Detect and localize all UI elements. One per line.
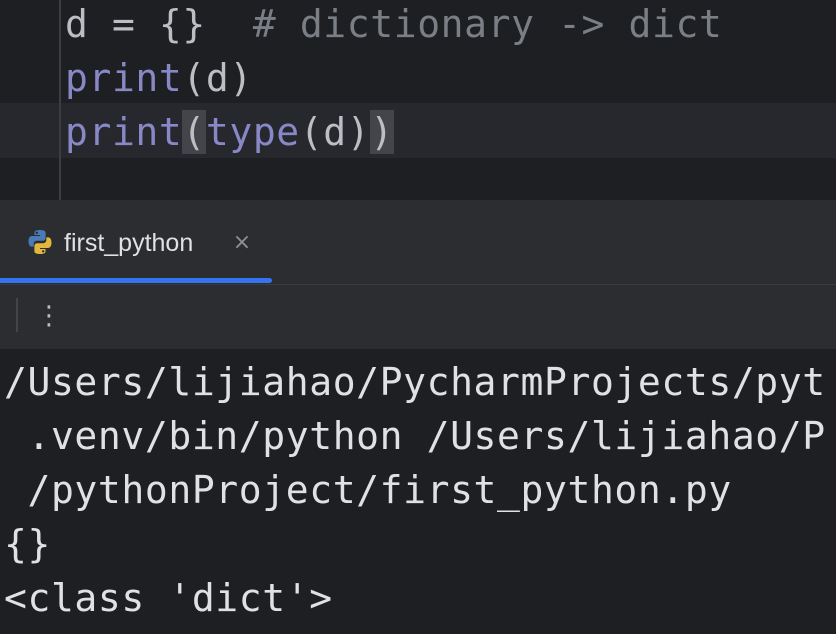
arg-token: d (205, 56, 230, 100)
paren-open-token: ( (182, 56, 206, 100)
paren-close-token: ) (229, 56, 253, 100)
variable-token: d (65, 2, 89, 46)
builtin-type-token: type (205, 110, 300, 154)
run-toolbar: ⋮ (0, 285, 836, 349)
builtin-print-token: print (65, 56, 183, 100)
python-icon (26, 228, 54, 256)
more-options-icon[interactable]: ⋮ (34, 299, 64, 333)
matched-paren-close: ) (370, 110, 394, 154)
indent-guide (59, 0, 61, 200)
tab-label: first_python (64, 229, 194, 257)
inner-paren-close-token: ) (346, 110, 371, 154)
arg-token: d (323, 110, 347, 154)
console-line: .venv/bin/python /Users/lijiahao/P (4, 414, 826, 458)
code-line-2[interactable]: print(d) (65, 51, 253, 105)
run-tool-window-header: first_python × (0, 200, 836, 285)
code-line-3[interactable]: print(type(d)) (65, 105, 394, 159)
code-line-1[interactable]: d = {} # dictionary -> dict (65, 0, 722, 51)
console-line: /Users/lijiahao/PycharmProjects/pyt (4, 360, 826, 404)
assign-token: = (88, 2, 159, 46)
dict-literal-token: {} (158, 2, 206, 46)
matched-paren-open: ( (182, 110, 206, 154)
inner-paren-open-token: ( (299, 110, 324, 154)
code-editor[interactable]: d = {} # dictionary -> dict print(d) pri… (0, 0, 836, 200)
comment-token: # dictionary -> dict (252, 2, 723, 46)
toolbar-divider (16, 298, 18, 332)
console-line: /pythonProject/first_python.py (4, 468, 732, 512)
console-line: {} (4, 522, 51, 566)
close-icon[interactable]: × (231, 227, 253, 259)
tab-first-python[interactable]: first_python × (0, 200, 272, 284)
console-output[interactable]: /Users/lijiahao/PycharmProjects/pyt .ven… (0, 349, 836, 634)
console-line: <class 'dict'> (4, 576, 333, 620)
builtin-print-token: print (65, 110, 183, 154)
active-tab-indicator (0, 278, 272, 283)
